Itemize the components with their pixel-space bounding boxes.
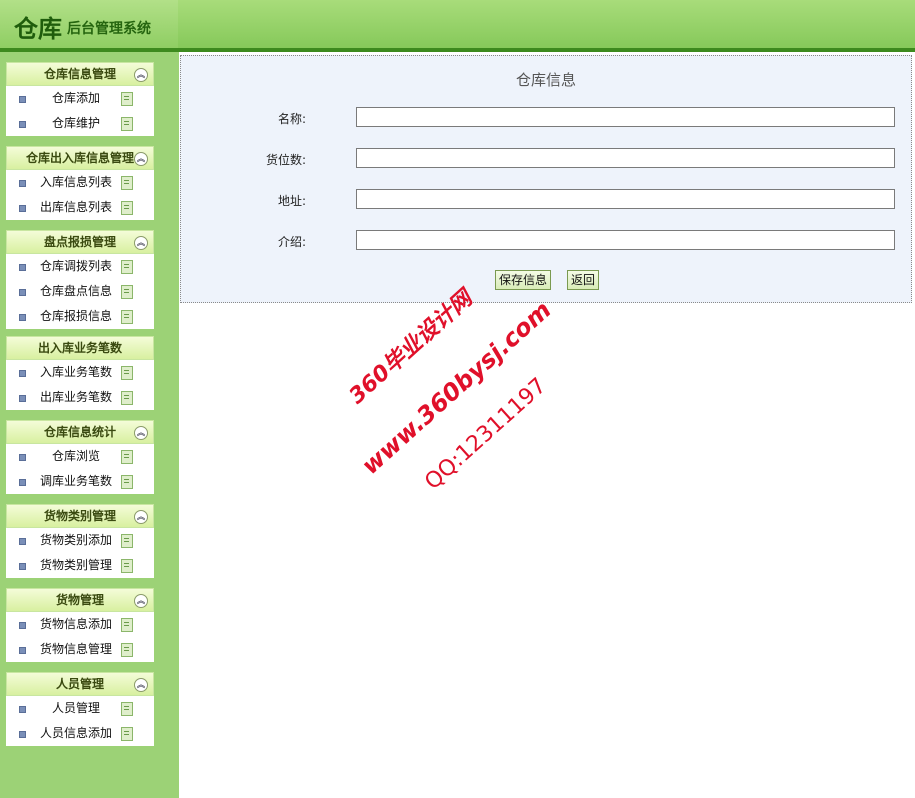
document-icon (121, 618, 133, 632)
sidebar-group-body: 货物信息添加 货物信息管理 (6, 612, 154, 662)
document-icon (121, 559, 133, 573)
document-icon (121, 201, 133, 215)
sidebar-group-title: 货物类别管理 (43, 509, 116, 523)
sidebar-group-body: 仓库浏览 调库业务笔数 (6, 444, 154, 494)
sidebar-group-header[interactable]: 货物管理 ︽ (6, 588, 154, 612)
sidebar-group-body: 入库业务笔数 出库业务笔数 (6, 360, 154, 410)
sidebar-group-goods: 货物管理 ︽ 货物信息添加 货物信息管理 (6, 588, 154, 662)
sidebar-item[interactable]: 入库业务笔数 (6, 360, 154, 385)
sidebar-group-inout: 仓库出入库信息管理 ︽ 入库信息列表 出库信息列表 (6, 146, 154, 220)
sidebar-group-body: 仓库调拨列表 仓库盘点信息 仓库报损信息 (6, 254, 154, 329)
address-label: 地址: (277, 194, 306, 208)
sidebar-group-body: 人员管理 人员信息添加 (6, 696, 154, 746)
collapse-icon[interactable]: ︽ (134, 426, 148, 440)
sidebar-item[interactable]: 货物类别管理 (6, 553, 154, 578)
sidebar-group-title: 盘点报损管理 (43, 235, 116, 249)
collapse-icon[interactable]: ︽ (134, 678, 148, 692)
name-label: 名称: (277, 112, 306, 126)
sidebar-group-header[interactable]: 盘点报损管理 ︽ (6, 230, 154, 254)
collapse-icon[interactable]: ︽ (134, 236, 148, 250)
sidebar-group-body: 货物类别添加 货物类别管理 (6, 528, 154, 578)
document-icon (121, 475, 133, 489)
sidebar-group-title: 仓库出入库信息管理 (25, 151, 134, 165)
document-icon (121, 117, 133, 131)
intro-input[interactable] (356, 230, 895, 250)
sidebar-group-header[interactable]: 人员管理 ︽ (6, 672, 154, 696)
document-icon (121, 702, 133, 716)
collapse-icon[interactable]: ︽ (134, 152, 148, 166)
sidebar-group-personnel: 人员管理 ︽ 人员管理 人员信息添加 (6, 672, 154, 746)
sidebar-group-title: 货物管理 (55, 593, 104, 607)
sidebar-group-business-count: 出入库业务笔数 入库业务笔数 出库业务笔数 (6, 336, 154, 410)
document-icon (121, 450, 133, 464)
logo-main-text: 仓库 (14, 15, 62, 43)
sidebar-item[interactable]: 货物类别添加 (6, 528, 154, 553)
back-button[interactable]: 返回 (567, 270, 600, 290)
sidebar-item[interactable]: 货物信息添加 (6, 612, 154, 637)
sidebar-item[interactable]: 仓库添加 (6, 86, 154, 111)
sidebar-item[interactable]: 仓库调拨列表 (6, 254, 154, 279)
document-icon (121, 366, 133, 380)
document-icon (121, 176, 133, 190)
intro-label: 介绍: (277, 235, 306, 249)
document-icon (121, 310, 133, 324)
sidebar-item[interactable]: 出库业务笔数 (6, 385, 154, 410)
document-icon (121, 285, 133, 299)
sidebar-item[interactable]: 出库信息列表 (6, 195, 154, 220)
document-icon (121, 534, 133, 548)
sidebar-group-title: 仓库信息统计 (43, 425, 116, 439)
sidebar-group-header[interactable]: 出入库业务笔数 (6, 336, 154, 360)
sidebar-group-warehouse-info: 仓库信息管理 ︽ 仓库添加 仓库维护 (6, 62, 154, 136)
logo-sub-text: 后台管理系统 (67, 21, 151, 37)
sidebar-item[interactable]: 人员管理 (6, 696, 154, 721)
save-button[interactable]: 保存信息 (495, 270, 552, 290)
sidebar-group-statistics: 仓库信息统计 ︽ 仓库浏览 调库业务笔数 (6, 420, 154, 494)
sidebar-group-header[interactable]: 仓库信息统计 ︽ (6, 420, 154, 444)
sidebar-group-inventory-loss: 盘点报损管理 ︽ 仓库调拨列表 仓库盘点信息 仓库报损信息 (6, 230, 154, 329)
slot-count-input[interactable] (356, 148, 895, 168)
sidebar-group-title: 仓库信息管理 (43, 67, 116, 81)
document-icon (121, 727, 133, 741)
address-input[interactable] (356, 189, 895, 209)
sidebar-item[interactable]: 货物信息管理 (6, 637, 154, 662)
sidebar: 仓库信息管理 ︽ 仓库添加 仓库维护 仓库出入库信息管理 ︽ 入库信息列表 出库… (0, 52, 179, 798)
sidebar-group-header[interactable]: 仓库出入库信息管理 ︽ (6, 146, 154, 170)
sidebar-item[interactable]: 仓库报损信息 (6, 304, 154, 329)
sidebar-item[interactable]: 调库业务笔数 (6, 469, 154, 494)
warehouse-form-panel: 仓库信息 名称: 货位数: 地址: 介绍: 保存信息 返回 (180, 55, 912, 303)
document-icon (121, 391, 133, 405)
sidebar-group-title: 出入库业务笔数 (37, 341, 122, 355)
form-title: 仓库信息 (515, 71, 576, 89)
sidebar-group-header[interactable]: 货物类别管理 ︽ (6, 504, 154, 528)
collapse-icon[interactable]: ︽ (134, 510, 148, 524)
sidebar-item[interactable]: 仓库维护 (6, 111, 154, 136)
sidebar-group-body: 入库信息列表 出库信息列表 (6, 170, 154, 220)
collapse-icon[interactable]: ︽ (134, 594, 148, 608)
document-icon (121, 92, 133, 106)
sidebar-group-title: 人员管理 (55, 677, 104, 691)
slot-count-label: 货位数: (265, 153, 306, 167)
top-header: 仓库 后台管理系统 (0, 0, 915, 52)
sidebar-item[interactable]: 仓库浏览 (6, 444, 154, 469)
collapse-icon[interactable]: ︽ (134, 68, 148, 82)
sidebar-item[interactable]: 仓库盘点信息 (6, 279, 154, 304)
logo: 仓库 后台管理系统 (0, 0, 178, 48)
sidebar-item[interactable]: 入库信息列表 (6, 170, 154, 195)
sidebar-group-header[interactable]: 仓库信息管理 ︽ (6, 62, 154, 86)
document-icon (121, 643, 133, 657)
document-icon (121, 260, 133, 274)
name-input[interactable] (356, 107, 895, 127)
sidebar-group-body: 仓库添加 仓库维护 (6, 86, 154, 136)
sidebar-group-goods-category: 货物类别管理 ︽ 货物类别添加 货物类别管理 (6, 504, 154, 578)
sidebar-item[interactable]: 人员信息添加 (6, 721, 154, 746)
